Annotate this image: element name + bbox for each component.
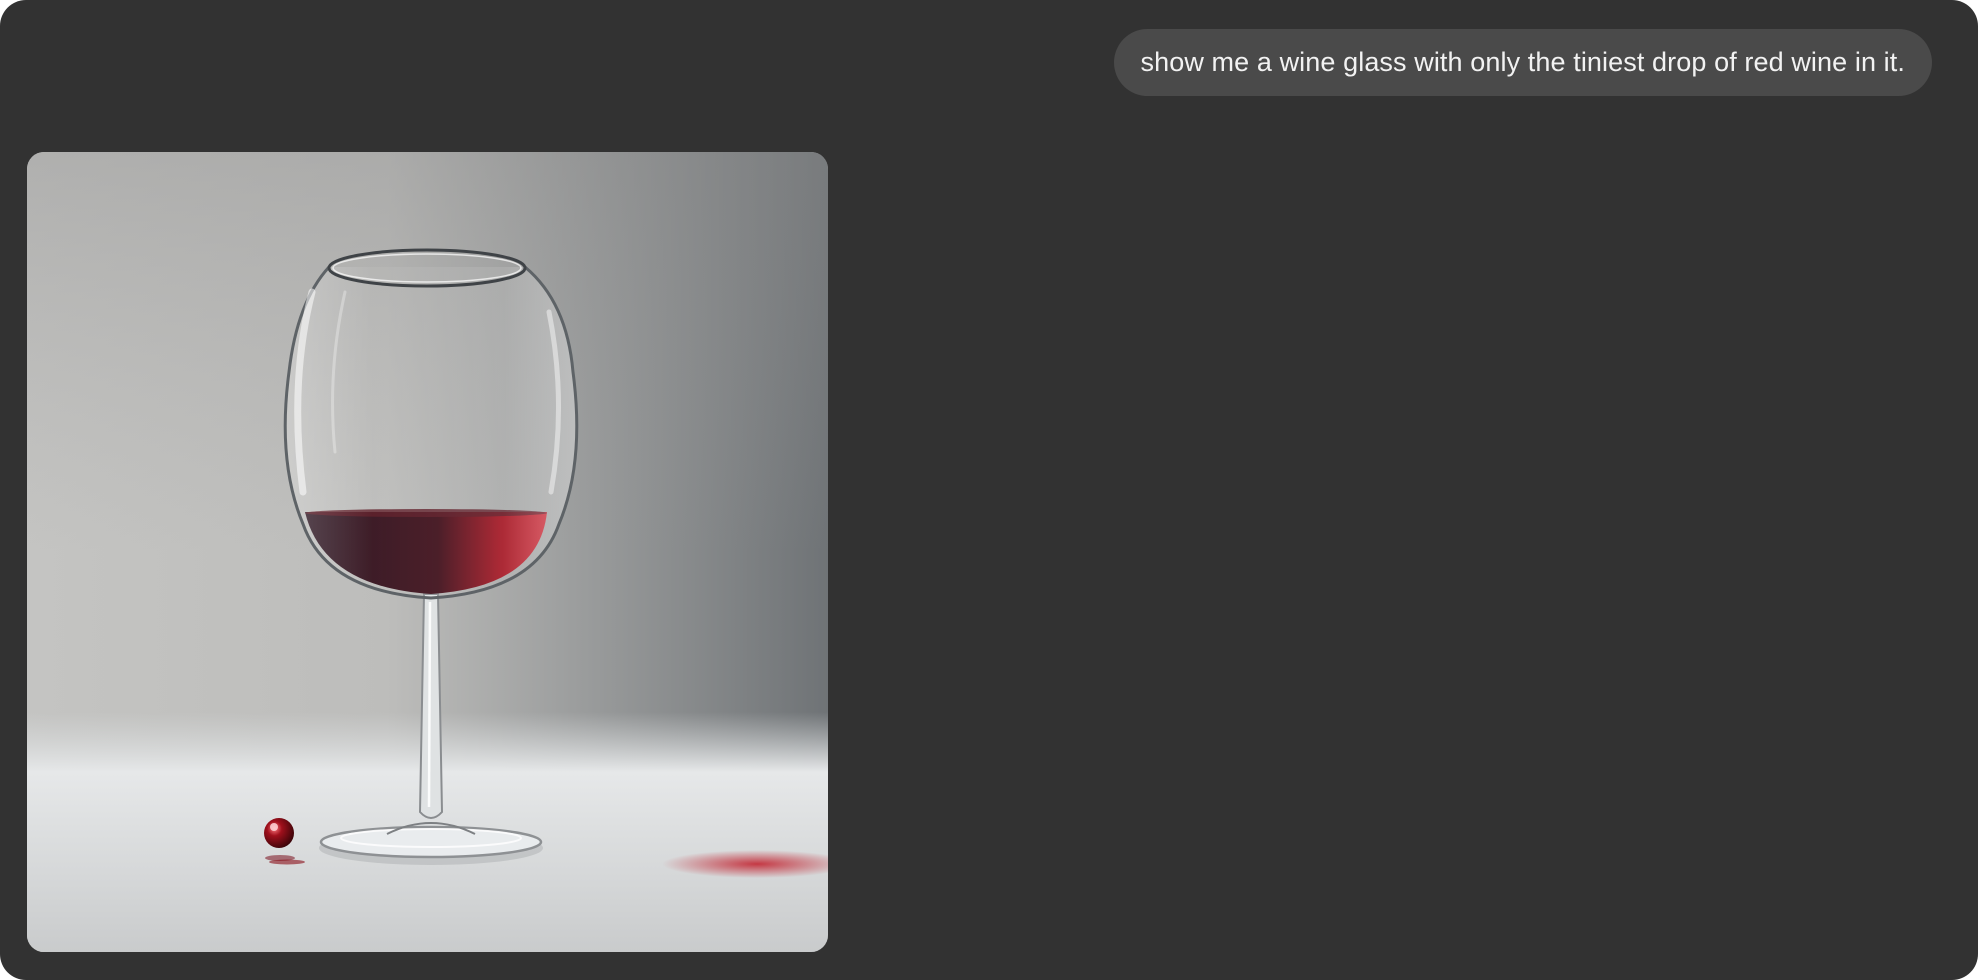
user-message-text: show me a wine glass with only the tinie… <box>1140 47 1905 77</box>
user-message-bubble: show me a wine glass with only the tinie… <box>1113 29 1932 96</box>
chat-window: show me a wine glass with only the tinie… <box>0 0 1978 980</box>
wine-glass-illustration <box>27 152 828 952</box>
generated-image[interactable] <box>27 152 828 952</box>
